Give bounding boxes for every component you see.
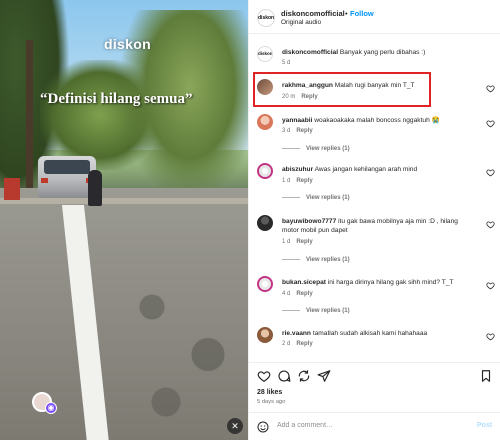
post-panel: diskon diskoncomofficial • Follow Origin… (248, 0, 500, 440)
comment-username[interactable]: rie.vaann (282, 330, 311, 337)
caption-username[interactable]: diskoncomofficial (282, 49, 338, 56)
view-replies-button[interactable]: View replies (1) (282, 195, 350, 201)
comment-username[interactable]: rakhma_anggun (282, 82, 333, 89)
reply-button[interactable]: Reply (296, 178, 312, 184)
heart-icon[interactable] (257, 369, 271, 383)
reply-button[interactable]: Reply (301, 94, 317, 100)
reply-button[interactable]: Reply (296, 341, 312, 347)
video-creator-avatar[interactable]: ◉ (32, 392, 57, 414)
comment-text: yannaabii woakaoakaka malah boncoss ngga… (282, 116, 472, 125)
comment-meta: 20 m Reply (282, 94, 318, 100)
replies-line (282, 196, 300, 198)
heart-icon[interactable] (486, 332, 495, 341)
share-icon[interactable] (297, 369, 311, 383)
commenter-avatar[interactable] (257, 215, 273, 231)
comment-text: bayuwibowo7777 itu gak bawa mobilnya aja… (282, 217, 472, 235)
video-caption: “Definisi hilang semua” (40, 91, 193, 107)
collab-badge-icon: ◉ (45, 402, 57, 414)
view-replies-button[interactable]: View replies (1) (282, 257, 350, 263)
car-tail-light-left (41, 178, 48, 183)
post-age: 5 days ago (257, 399, 286, 405)
account-username[interactable]: diskoncomofficial (281, 9, 345, 18)
follow-button[interactable]: Follow (350, 9, 374, 18)
comment-username[interactable]: abiszuhur (282, 166, 313, 173)
comment-body: Malah rugi banyak min T_T (334, 82, 415, 89)
heart-icon[interactable] (486, 168, 495, 177)
replies-line (282, 147, 300, 149)
comment-time: 1 d (282, 239, 291, 245)
audio-label[interactable]: Original audio (281, 19, 321, 26)
comment-meta: 2 d Reply (282, 341, 313, 347)
heart-icon[interactable] (486, 84, 495, 93)
video-person (88, 170, 102, 206)
reply-button[interactable]: Reply (296, 291, 312, 297)
caption-time: 5 d (282, 60, 291, 66)
caption-meta: 5 d (282, 60, 290, 66)
comment-text: bukan.sicepat ini harga dirinya hilang g… (282, 278, 472, 287)
comment-time: 3 d (282, 128, 291, 134)
caption-body: Banyak yang perlu dibahas :) (339, 49, 426, 56)
comment-meta: 1 d Reply (282, 239, 313, 245)
video-curb (0, 198, 248, 204)
comment-text: abiszuhur Awas jangan kehilangan arah mi… (282, 165, 472, 174)
comment-username[interactable]: bayuwibowo7777 (282, 218, 336, 225)
emoji-icon[interactable] (257, 421, 269, 433)
comment-body: Awas jangan kehilangan arah mind (314, 166, 418, 173)
view-replies-button[interactable]: View replies (1) (282, 146, 350, 152)
reply-button[interactable]: Reply (296, 128, 312, 134)
commenter-avatar[interactable] (257, 276, 273, 292)
replies-line (282, 258, 300, 260)
heart-icon[interactable] (486, 220, 495, 229)
video-watermark: diskon (104, 36, 151, 52)
view-replies-label: View replies (1) (306, 146, 350, 152)
comment-input[interactable]: Add a comment… (277, 422, 333, 429)
comment-body: woakaoakaka malah boncoss nggaktuh 😭 (314, 117, 440, 124)
likes-count[interactable]: 28 likes (257, 389, 282, 396)
view-replies-button[interactable]: View replies (1) (282, 308, 350, 314)
replies-line (282, 309, 300, 311)
heart-icon[interactable] (486, 119, 495, 128)
comment-meta: 1 d Reply (282, 178, 313, 184)
commenter-avatar[interactable] (257, 79, 273, 95)
comment-meta: 3 d Reply (282, 128, 313, 134)
comment-username[interactable]: bukan.sicepat (282, 279, 326, 286)
comment-icon[interactable] (277, 369, 291, 383)
heart-icon[interactable] (486, 281, 495, 290)
comment-time: 2 d (282, 341, 291, 347)
send-icon[interactable] (317, 369, 331, 383)
comment-time: 20 m (282, 94, 296, 100)
comment-time: 1 d (282, 178, 291, 184)
comment-meta: 4 d Reply (282, 291, 313, 297)
commenter-avatar[interactable] (257, 114, 273, 130)
caption-avatar[interactable]: diskon (257, 46, 273, 62)
comment-time: 4 d (282, 291, 291, 297)
post-button[interactable]: Post (477, 422, 492, 429)
account-avatar[interactable]: diskon (257, 9, 275, 27)
comment-body: ini harga dirinya hilang gak sihh mind? … (327, 279, 454, 286)
video-leaf-shadows (110, 250, 248, 440)
comment-username[interactable]: yannaabii (282, 117, 312, 124)
view-replies-label: View replies (1) (306, 257, 350, 263)
commenter-avatar[interactable] (257, 163, 273, 179)
comment-composer: Add a comment… Post (249, 412, 500, 440)
view-replies-label: View replies (1) (306, 308, 350, 314)
caption-text: diskoncomofficial Banyak yang perlu diba… (282, 48, 472, 57)
video-red-car (4, 178, 20, 200)
video-player[interactable]: diskon “Definisi hilang semua” ◉ ✕ (0, 0, 248, 440)
car-rear-window (44, 160, 90, 174)
view-replies-label: View replies (1) (306, 195, 350, 201)
speaker-muted-icon[interactable]: ✕ (227, 418, 243, 434)
header-separator: • (345, 9, 348, 18)
comment-text: rie.vaann tamatlah sudah alkisah kami ha… (282, 329, 472, 338)
video-tree-trunk (26, 40, 33, 210)
reply-button[interactable]: Reply (296, 239, 312, 245)
commenter-avatar[interactable] (257, 327, 273, 343)
bookmark-icon[interactable] (479, 369, 493, 383)
comment-body: tamatlah sudah alkisah kami hahahaaa (312, 330, 428, 337)
comment-text: rakhma_anggun Malah rugi banyak min T_T (282, 81, 472, 90)
post-header: diskon diskoncomofficial • Follow Origin… (249, 0, 500, 34)
action-bar (249, 362, 500, 386)
